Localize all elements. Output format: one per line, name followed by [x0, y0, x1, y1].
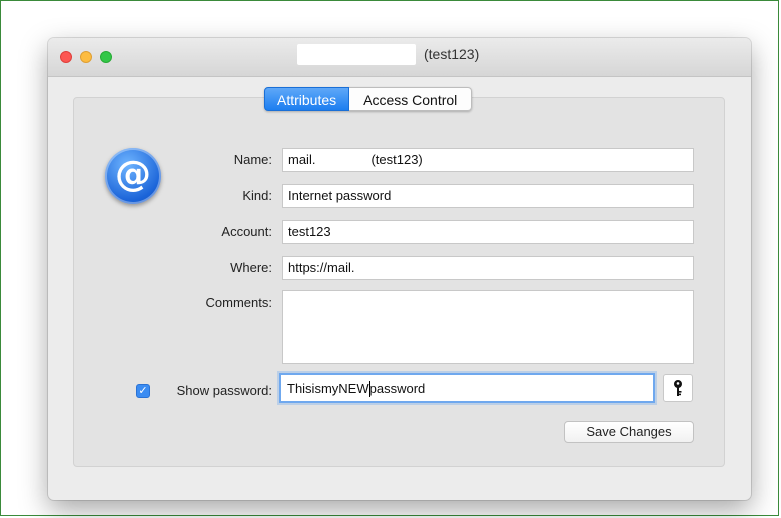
kind-field[interactable]: Internet password — [282, 184, 694, 208]
key-icon[interactable] — [663, 374, 693, 402]
tab-bar: Attributes Access Control — [264, 87, 473, 111]
password-text-after-cursor: password — [369, 381, 426, 396]
account-field[interactable]: test123 — [282, 220, 694, 244]
comments-label: Comments: — [205, 295, 272, 310]
name-field-suffix: (test123) — [371, 152, 423, 167]
window-title: (test123) — [424, 46, 480, 62]
tab-access-control[interactable]: Access Control — [349, 87, 473, 111]
save-changes-button[interactable]: Save Changes — [564, 421, 694, 443]
name-field-value: mail. — [288, 152, 316, 167]
title-bar[interactable]: (test123) — [48, 38, 751, 77]
account-label: Account: — [221, 224, 272, 239]
password-field[interactable]: ThisismyNEWpassword — [279, 373, 655, 403]
minimize-window-button[interactable] — [80, 51, 92, 63]
comments-field[interactable] — [282, 290, 694, 364]
show-password-label[interactable]: Show password: — [177, 383, 272, 398]
name-label: Name: — [233, 152, 272, 167]
keychain-item-window: (test123) Attributes Access Control @ Na… — [48, 38, 751, 500]
kind-label: Kind: — [242, 188, 272, 203]
zoom-window-button[interactable] — [100, 51, 112, 63]
at-sign-icon: @ — [105, 148, 161, 204]
where-field[interactable]: https://mail. — [282, 256, 694, 280]
password-text-before-cursor: ThisismyNEW — [287, 381, 369, 396]
name-field[interactable]: mail. (test123) — [282, 148, 694, 172]
redacted-title-area — [297, 44, 416, 65]
tab-attributes[interactable]: Attributes — [264, 87, 350, 111]
show-password-checkbox[interactable]: ✓ — [136, 384, 150, 398]
where-label: Where: — [230, 260, 272, 275]
close-window-button[interactable] — [60, 51, 72, 63]
